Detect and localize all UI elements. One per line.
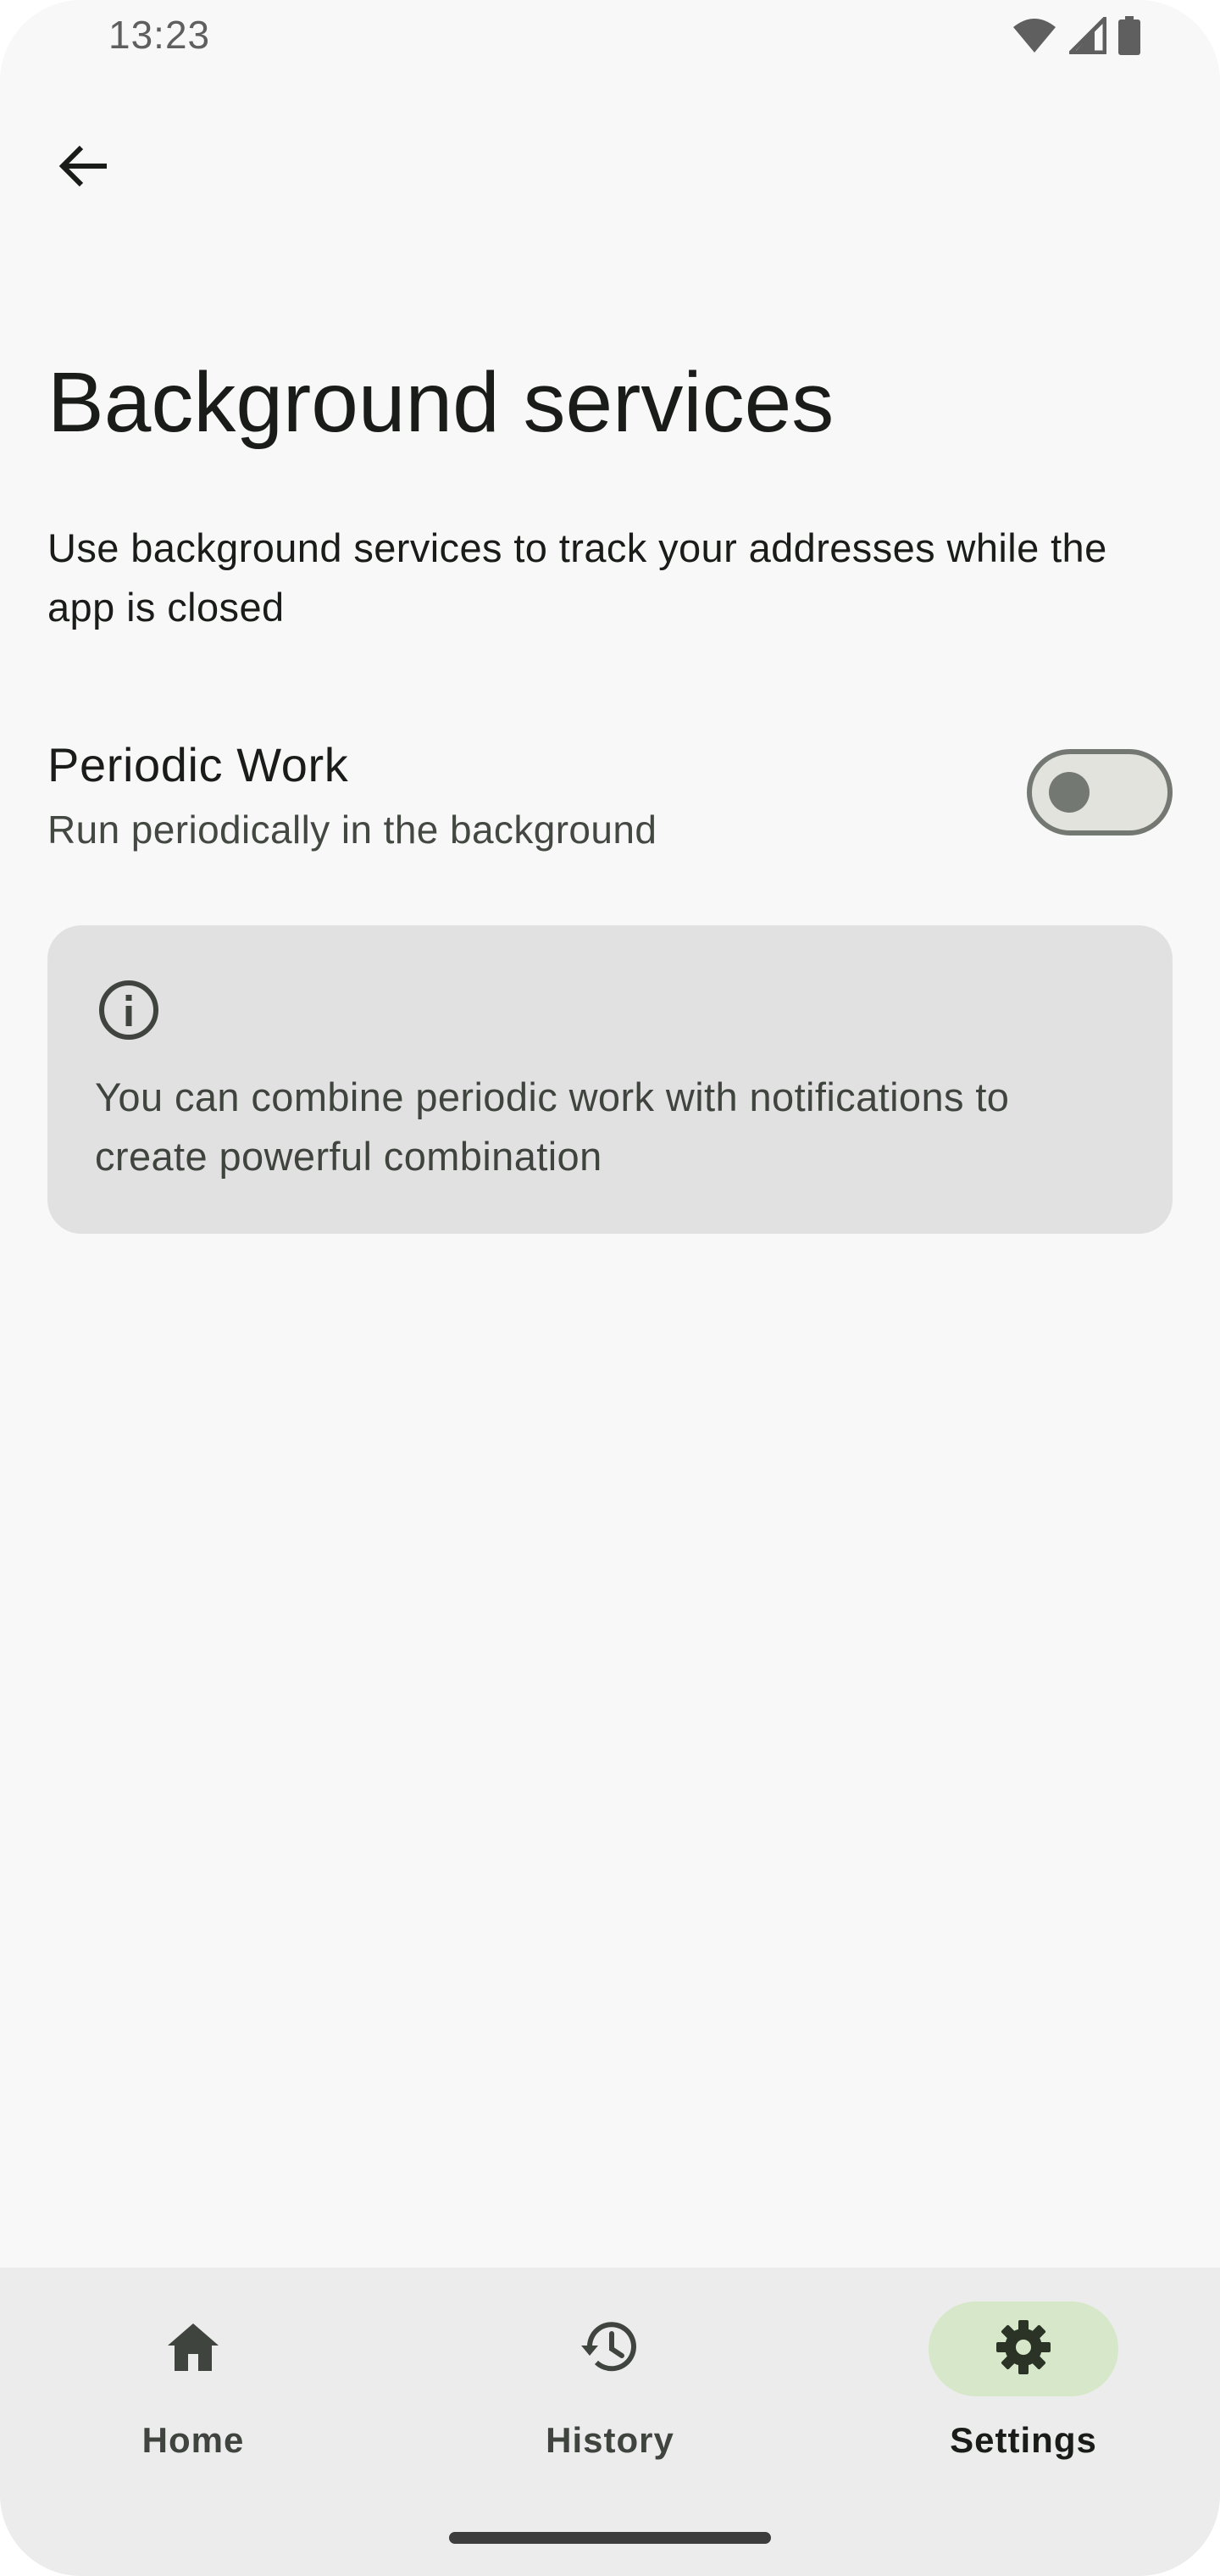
nav-indicator (98, 2301, 288, 2396)
info-icon (97, 978, 161, 1042)
nav-indicator-active (929, 2301, 1118, 2396)
wifi-icon (1012, 17, 1057, 54)
status-icons (1012, 15, 1140, 56)
gear-icon (993, 2317, 1054, 2382)
bottom-navigation: Home History Settings (0, 2268, 1220, 2576)
screen: 13:23 Background services Use background… (0, 0, 1220, 2576)
periodic-work-subtitle: Run periodically in the background (47, 808, 657, 852)
nav-label-home: Home (141, 2420, 245, 2460)
status-bar: 13:23 (0, 0, 1220, 71)
nav-label-history: History (546, 2420, 674, 2460)
nav-label-settings: Settings (950, 2420, 1097, 2460)
nav-indicator (515, 2301, 705, 2396)
home-icon (163, 2317, 224, 2382)
switch-thumb (1049, 772, 1090, 813)
periodic-work-switch[interactable] (1027, 749, 1173, 836)
status-time: 13:23 (108, 13, 211, 57)
nav-item-home[interactable]: Home (41, 2301, 346, 2479)
nav-item-settings[interactable]: Settings (871, 2301, 1176, 2479)
battery-icon (1118, 16, 1140, 55)
nav-item-history[interactable]: History (458, 2301, 762, 2479)
page-description: Use background services to track your ad… (47, 525, 1107, 630)
back-button[interactable] (47, 132, 119, 203)
history-icon (578, 2315, 642, 2384)
gesture-home-indicator[interactable] (449, 2532, 771, 2544)
info-text: You can combine periodic work with notif… (95, 1074, 1010, 1179)
periodic-work-row[interactable]: Periodic Work Run periodically in the ba… (47, 729, 1173, 864)
arrow-back-icon (56, 139, 110, 197)
periodic-work-title: Periodic Work (47, 738, 349, 791)
cell-signal-icon (1069, 17, 1106, 54)
page-title: Background services (47, 355, 835, 450)
info-card: You can combine periodic work with notif… (47, 925, 1173, 1234)
